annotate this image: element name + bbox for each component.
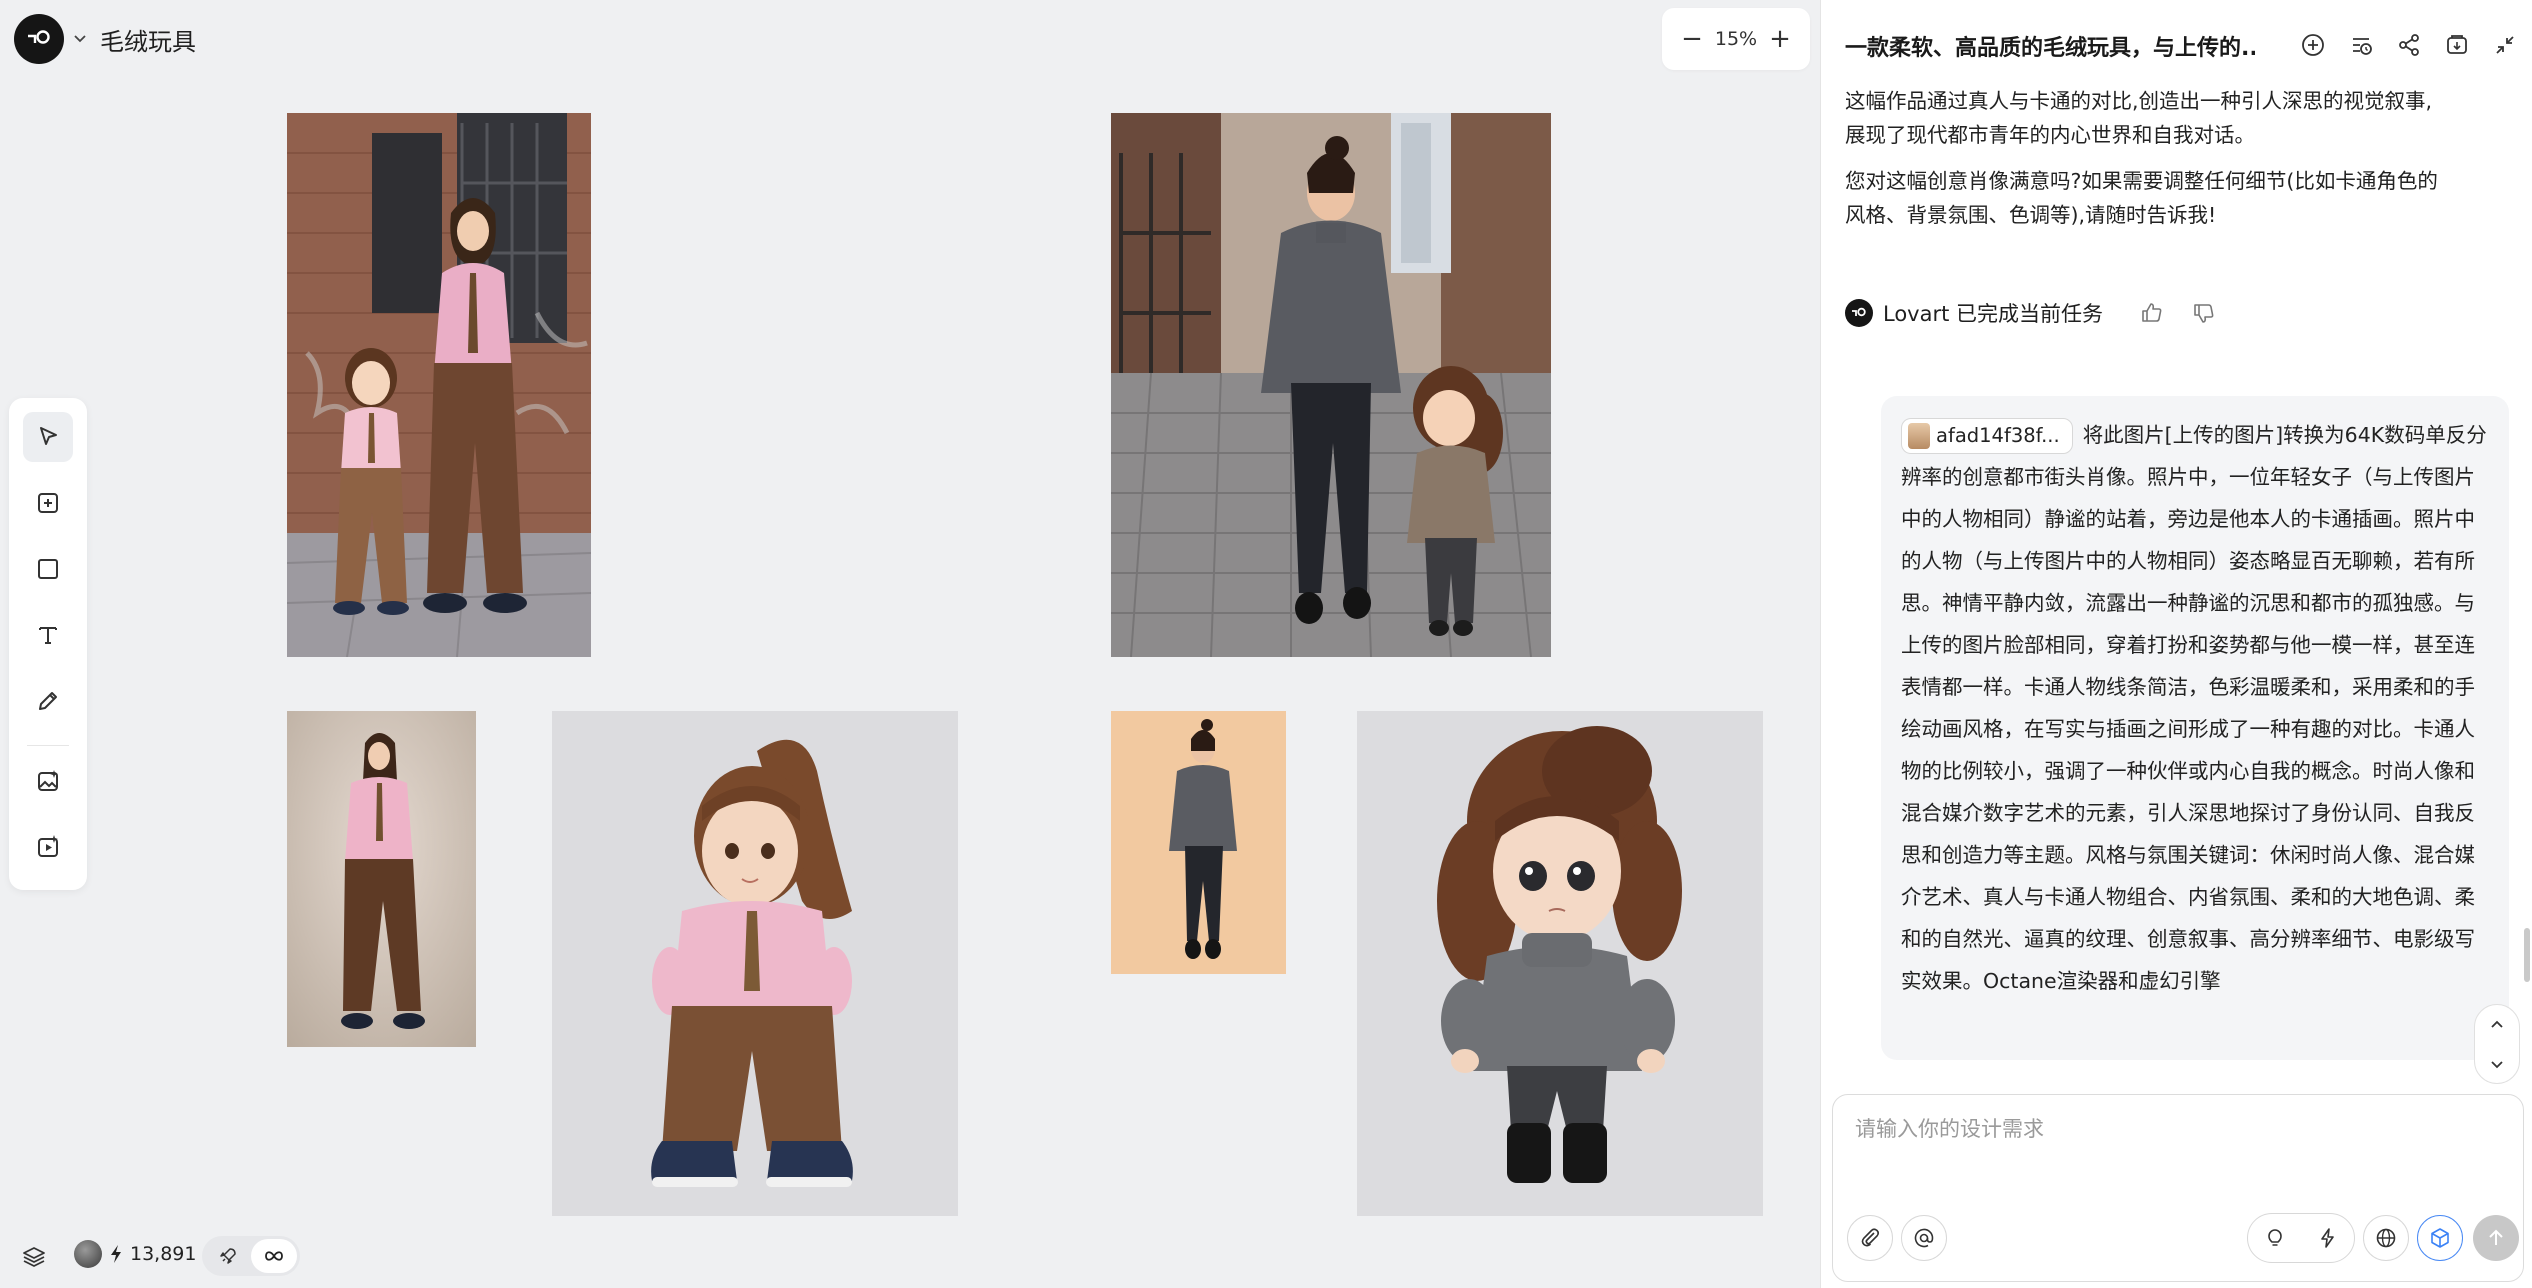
collapse-icon	[2496, 36, 2514, 54]
cube-icon	[2431, 1228, 2449, 1248]
avatar[interactable]	[74, 1240, 102, 1268]
project-title[interactable]: 毛绒玩具	[100, 22, 196, 57]
arrow-up-icon	[2489, 1229, 2503, 1245]
canvas-image-grey-sweater-fullbody[interactable]	[1111, 711, 1286, 974]
zoom-control: − 15% +	[1662, 8, 1810, 70]
share-icon	[2399, 34, 2419, 56]
image-generate-icon	[38, 770, 58, 791]
assistant-line: 您对这幅创意肖像满意吗?如果需要调整任何细节(比如卡通角色的	[1845, 169, 2438, 193]
zoom-level[interactable]: 15%	[1715, 28, 1757, 50]
lightbulb-icon[interactable]	[2263, 1226, 2287, 1250]
infinity-icon	[265, 1251, 283, 1261]
rocket-icon	[220, 1248, 236, 1264]
lightning-icon[interactable]	[2316, 1226, 2340, 1250]
canvas[interactable]: 毛绒玩具 − 15% + 13,891	[0, 0, 1820, 1288]
send-button[interactable]	[2473, 1215, 2519, 1261]
canvas-image-street-pink-shirt[interactable]	[287, 113, 591, 657]
assistant-line: 风格、背景氛围、色调等),请随时告诉我!	[1845, 203, 2217, 227]
canvas-image-street-grey-sweater[interactable]	[1111, 113, 1551, 657]
chevron-up-icon[interactable]	[2487, 1015, 2507, 1035]
credits-display[interactable]: 13,891	[74, 1240, 196, 1268]
canvas-image-plush-doll-pink-shirt[interactable]	[552, 711, 958, 1216]
3d-mode-button[interactable]	[2417, 1215, 2463, 1261]
infinite-mode-button[interactable]	[251, 1239, 297, 1273]
paperclip-icon	[1861, 1228, 1880, 1247]
attachment-chip[interactable]: afad14f38f...	[1901, 418, 2073, 454]
attachment-thumbnail	[1908, 423, 1930, 449]
add-chat-icon	[2302, 34, 2324, 56]
thumbs-up-icon[interactable]	[2139, 300, 2165, 326]
assistant-line: 这幅作品通过真人与卡通的对比,创造出一种引人深思的视觉叙事,	[1845, 89, 2433, 113]
composer[interactable]: 请输入你的设计需求	[1832, 1094, 2524, 1282]
add-frame-tool-button[interactable]	[23, 478, 73, 528]
user-message-text: 将此图片[上传的图片]转换为64K数码单反分辨率的创意都市街头肖像。照片中，一位…	[1901, 423, 2487, 993]
chat-scrollbar[interactable]	[2524, 928, 2530, 982]
share-button[interactable]	[2394, 30, 2424, 60]
new-chat-button[interactable]	[2298, 30, 2328, 60]
app-logo[interactable]	[14, 14, 64, 64]
history-icon	[2353, 38, 2372, 55]
web-search-button[interactable]	[2363, 1215, 2409, 1261]
assistant-line: 展现了现代都市青年的内心世界和自我对话。	[1845, 123, 2255, 147]
pencil-tool-button[interactable]	[23, 676, 73, 726]
canvas-image-pink-shirt-fullbody[interactable]	[287, 711, 476, 1047]
history-button[interactable]	[2346, 30, 2376, 60]
video-generate-tool-button[interactable]	[23, 822, 73, 872]
chevron-down-icon[interactable]	[70, 28, 90, 48]
assistant-message: 这幅作品通过真人与卡通的对比,创造出一种引人深思的视觉叙事, 展现了现代都市青年…	[1845, 84, 2475, 232]
select-tool-button[interactable]	[23, 412, 73, 462]
chevron-down-icon[interactable]	[2487, 1054, 2507, 1074]
panel-header-actions	[2298, 30, 2520, 60]
text-tool-button[interactable]	[23, 610, 73, 660]
lovart-logo-icon	[1845, 299, 1873, 327]
at-icon	[1914, 1228, 1934, 1248]
credits-count: 13,891	[130, 1243, 197, 1265]
globe-icon	[2376, 1228, 2396, 1248]
layers-icon[interactable]	[20, 1243, 48, 1271]
text-icon	[39, 627, 57, 644]
pencil-icon	[39, 692, 57, 710]
thumbs-down-icon[interactable]	[2191, 300, 2217, 326]
tool-palette	[9, 398, 87, 890]
lovart-logo-icon	[28, 30, 50, 44]
rocket-mode-button[interactable]	[205, 1239, 251, 1273]
mode-toggles	[2247, 1213, 2355, 1263]
rectangle-tool-button[interactable]	[23, 544, 73, 594]
user-message: afad14f38f... 将此图片[上传的图片]转换为64K数码单反分辨率的创意…	[1881, 396, 2509, 1060]
image-generate-tool-button[interactable]	[23, 756, 73, 806]
folder-icon	[2447, 35, 2467, 54]
bolt-icon	[111, 1245, 121, 1263]
task-complete-text: Lovart 已完成当前任务	[1883, 302, 2104, 326]
scroll-nav	[2474, 1004, 2520, 1084]
composer-input[interactable]: 请输入你的设计需求	[1855, 1113, 2044, 1143]
tool-divider	[27, 745, 69, 746]
collapse-panel-button[interactable]	[2490, 30, 2520, 60]
task-complete-row: Lovart 已完成当前任务	[1845, 298, 2233, 328]
mention-button[interactable]	[1901, 1215, 1947, 1261]
rectangle-icon	[38, 559, 58, 579]
attach-button[interactable]	[1847, 1215, 1893, 1261]
attachment-name: afad14f38f...	[1936, 424, 2060, 447]
zoom-out-button[interactable]: −	[1680, 26, 1704, 52]
canvas-image-plush-doll-grey-sweater[interactable]	[1357, 711, 1763, 1216]
video-generate-icon	[38, 835, 58, 857]
add-frame-icon	[38, 493, 58, 513]
assets-button[interactable]	[2442, 30, 2472, 60]
mode-toggle	[202, 1236, 300, 1276]
panel-title[interactable]: 一款柔软、高品质的毛绒玩具，与上传的...	[1845, 30, 2255, 62]
select-icon	[40, 427, 57, 445]
zoom-in-button[interactable]: +	[1768, 26, 1792, 52]
